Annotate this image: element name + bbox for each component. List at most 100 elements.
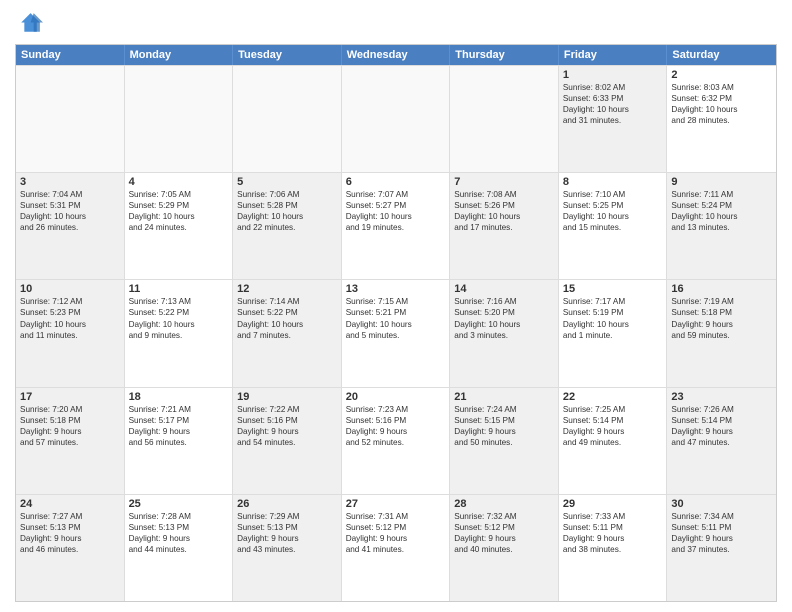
day-number: 3 <box>20 176 120 188</box>
cell-info: and 15 minutes. <box>563 222 663 233</box>
cell-info: and 38 minutes. <box>563 544 663 555</box>
cell-info: Sunrise: 7:16 AM <box>454 296 554 307</box>
cell-info: Sunset: 5:21 PM <box>346 307 446 318</box>
cell-info: and 54 minutes. <box>237 437 337 448</box>
cell-info: Sunset: 5:12 PM <box>454 522 554 533</box>
cell-info: Sunrise: 8:02 AM <box>563 82 663 93</box>
cell-info: and 28 minutes. <box>671 115 772 126</box>
calendar-week-3: 10Sunrise: 7:12 AMSunset: 5:23 PMDayligh… <box>16 279 776 386</box>
cell-info: Sunset: 6:32 PM <box>671 93 772 104</box>
cell-info: and 22 minutes. <box>237 222 337 233</box>
calendar-cell: 5Sunrise: 7:06 AMSunset: 5:28 PMDaylight… <box>233 173 342 279</box>
cell-info: Sunrise: 7:05 AM <box>129 189 229 200</box>
cell-info: Daylight: 10 hours <box>20 211 120 222</box>
cell-info: Sunset: 5:11 PM <box>563 522 663 533</box>
cell-info: Sunset: 5:26 PM <box>454 200 554 211</box>
cell-info: and 56 minutes. <box>129 437 229 448</box>
cell-info: Sunrise: 7:17 AM <box>563 296 663 307</box>
calendar-cell: 14Sunrise: 7:16 AMSunset: 5:20 PMDayligh… <box>450 280 559 386</box>
cell-info: Daylight: 10 hours <box>129 319 229 330</box>
cell-info: and 31 minutes. <box>563 115 663 126</box>
cell-info: and 37 minutes. <box>671 544 772 555</box>
cell-info: Sunset: 5:13 PM <box>129 522 229 533</box>
calendar-cell <box>342 66 451 172</box>
cell-info: Sunset: 5:15 PM <box>454 415 554 426</box>
cell-info: Daylight: 9 hours <box>454 533 554 544</box>
header-cell-tuesday: Tuesday <box>233 45 342 65</box>
day-number: 19 <box>237 391 337 403</box>
day-number: 23 <box>671 391 772 403</box>
day-number: 11 <box>129 283 229 295</box>
cell-info: and 19 minutes. <box>346 222 446 233</box>
cell-info: Sunrise: 7:04 AM <box>20 189 120 200</box>
cell-info: Sunrise: 7:10 AM <box>563 189 663 200</box>
cell-info: and 7 minutes. <box>237 330 337 341</box>
cell-info: and 40 minutes. <box>454 544 554 555</box>
day-number: 25 <box>129 498 229 510</box>
day-number: 8 <box>563 176 663 188</box>
cell-info: Daylight: 10 hours <box>454 319 554 330</box>
day-number: 26 <box>237 498 337 510</box>
cell-info: and 47 minutes. <box>671 437 772 448</box>
cell-info: Sunset: 5:20 PM <box>454 307 554 318</box>
cell-info: Daylight: 9 hours <box>671 319 772 330</box>
cell-info: and 11 minutes. <box>20 330 120 341</box>
cell-info: Sunset: 5:18 PM <box>671 307 772 318</box>
day-number: 27 <box>346 498 446 510</box>
cell-info: Daylight: 10 hours <box>454 211 554 222</box>
cell-info: and 44 minutes. <box>129 544 229 555</box>
cell-info: Sunrise: 7:23 AM <box>346 404 446 415</box>
calendar-cell: 1Sunrise: 8:02 AMSunset: 6:33 PMDaylight… <box>559 66 668 172</box>
cell-info: Sunrise: 7:08 AM <box>454 189 554 200</box>
calendar-cell: 7Sunrise: 7:08 AMSunset: 5:26 PMDaylight… <box>450 173 559 279</box>
cell-info: Sunset: 5:13 PM <box>20 522 120 533</box>
cell-info: Daylight: 9 hours <box>129 426 229 437</box>
day-number: 20 <box>346 391 446 403</box>
cell-info: Sunset: 5:29 PM <box>129 200 229 211</box>
day-number: 30 <box>671 498 772 510</box>
cell-info: Daylight: 9 hours <box>237 426 337 437</box>
calendar-cell: 13Sunrise: 7:15 AMSunset: 5:21 PMDayligh… <box>342 280 451 386</box>
cell-info: and 26 minutes. <box>20 222 120 233</box>
cell-info: Daylight: 9 hours <box>346 426 446 437</box>
cell-info: Sunrise: 7:21 AM <box>129 404 229 415</box>
header-cell-thursday: Thursday <box>450 45 559 65</box>
calendar-cell: 12Sunrise: 7:14 AMSunset: 5:22 PMDayligh… <box>233 280 342 386</box>
cell-info: and 9 minutes. <box>129 330 229 341</box>
cell-info: Daylight: 9 hours <box>20 533 120 544</box>
cell-info: Daylight: 9 hours <box>671 533 772 544</box>
cell-info: Sunset: 5:16 PM <box>346 415 446 426</box>
calendar: SundayMondayTuesdayWednesdayThursdayFrid… <box>15 44 777 602</box>
cell-info: Sunrise: 7:33 AM <box>563 511 663 522</box>
cell-info: Daylight: 10 hours <box>671 211 772 222</box>
calendar-week-5: 24Sunrise: 7:27 AMSunset: 5:13 PMDayligh… <box>16 494 776 601</box>
calendar-cell <box>233 66 342 172</box>
day-number: 2 <box>671 69 772 81</box>
day-number: 24 <box>20 498 120 510</box>
cell-info: and 24 minutes. <box>129 222 229 233</box>
cell-info: and 59 minutes. <box>671 330 772 341</box>
cell-info: Sunrise: 7:11 AM <box>671 189 772 200</box>
cell-info: Sunrise: 7:24 AM <box>454 404 554 415</box>
calendar-cell: 16Sunrise: 7:19 AMSunset: 5:18 PMDayligh… <box>667 280 776 386</box>
cell-info: Sunrise: 7:20 AM <box>20 404 120 415</box>
cell-info: Sunrise: 7:15 AM <box>346 296 446 307</box>
day-number: 12 <box>237 283 337 295</box>
day-number: 22 <box>563 391 663 403</box>
cell-info: Daylight: 10 hours <box>129 211 229 222</box>
cell-info: and 57 minutes. <box>20 437 120 448</box>
calendar-cell: 28Sunrise: 7:32 AMSunset: 5:12 PMDayligh… <box>450 495 559 601</box>
calendar-cell: 30Sunrise: 7:34 AMSunset: 5:11 PMDayligh… <box>667 495 776 601</box>
cell-info: and 52 minutes. <box>346 437 446 448</box>
header-cell-friday: Friday <box>559 45 668 65</box>
day-number: 15 <box>563 283 663 295</box>
cell-info: Sunrise: 7:26 AM <box>671 404 772 415</box>
cell-info: and 13 minutes. <box>671 222 772 233</box>
cell-info: Daylight: 10 hours <box>671 104 772 115</box>
calendar-week-1: 1Sunrise: 8:02 AMSunset: 6:33 PMDaylight… <box>16 65 776 172</box>
cell-info: Sunrise: 7:14 AM <box>237 296 337 307</box>
cell-info: Sunset: 5:28 PM <box>237 200 337 211</box>
day-number: 6 <box>346 176 446 188</box>
calendar-cell: 27Sunrise: 7:31 AMSunset: 5:12 PMDayligh… <box>342 495 451 601</box>
cell-info: Sunrise: 7:22 AM <box>237 404 337 415</box>
